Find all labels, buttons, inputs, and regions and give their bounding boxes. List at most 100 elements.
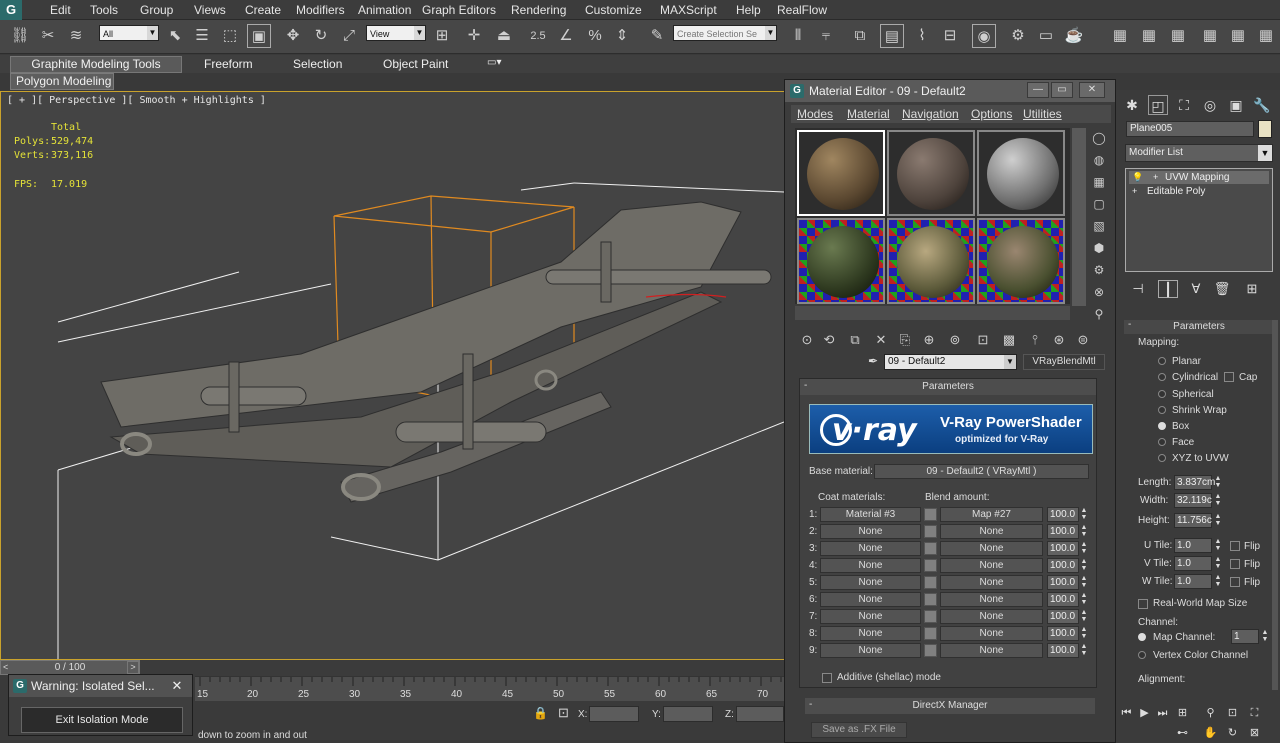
z-coordinate-field[interactable]	[736, 706, 784, 722]
menu-modes[interactable]: Modes	[797, 107, 833, 121]
select-object-icon[interactable]: ⬉	[163, 24, 187, 48]
blend-map-button[interactable]: None	[940, 643, 1043, 658]
render-icon[interactable]: ☕	[1062, 24, 1086, 48]
play-icon[interactable]: ▶	[1136, 705, 1153, 722]
track-bar[interactable]: 15 20 25 30 35 40 45 50 55 60 65 70	[195, 676, 785, 701]
menu-views[interactable]: Views	[194, 3, 226, 17]
spinner-icon[interactable]: ▲ ▼	[1261, 629, 1269, 644]
exit-isolation-mode-button[interactable]: Exit Isolation Mode	[21, 707, 183, 733]
put-to-library-icon[interactable]: ⊚	[945, 330, 965, 350]
realflow-4-icon[interactable]: ▦	[1198, 24, 1222, 48]
v-tile-field[interactable]: 1.0	[1174, 556, 1212, 571]
blend-amount-field[interactable]: 100.0	[1047, 558, 1079, 573]
material-navigator-icon[interactable]: ⚲	[1091, 306, 1107, 322]
panel-scrollbar[interactable]	[1272, 320, 1278, 690]
tab-graphite-modeling-tools[interactable]: Graphite Modeling Tools	[10, 56, 182, 73]
map-channel-field[interactable]: 1	[1231, 629, 1259, 644]
coat-material-button[interactable]: None	[820, 609, 921, 624]
maximize-viewport-icon[interactable]: ⊠	[1246, 725, 1263, 742]
light-bulb-icon[interactable]: 💡	[1132, 171, 1143, 184]
go-to-start-icon[interactable]: ⏮	[1118, 705, 1135, 722]
additive-mode-checkbox[interactable]	[822, 673, 832, 683]
stack-item-uvw-mapping[interactable]: 💡 + UVW Mapping	[1129, 171, 1269, 184]
menu-create[interactable]: Create	[245, 3, 281, 17]
bind-space-warp-icon[interactable]: ≋	[64, 24, 88, 48]
w-tile-field[interactable]: 1.0	[1174, 574, 1212, 589]
realflow-3-icon[interactable]: ▦	[1166, 24, 1190, 48]
utilities-tab-icon[interactable]: 🔧	[1252, 95, 1272, 115]
stack-item-editable-poly[interactable]: + Editable Poly	[1129, 185, 1269, 198]
spinner-snap-icon[interactable]: ⇕	[610, 24, 634, 48]
blend-map-button[interactable]: None	[940, 592, 1043, 607]
menu-group[interactable]: Group	[140, 3, 173, 17]
blend-color-swatch[interactable]	[924, 593, 937, 606]
expand-icon[interactable]: +	[1153, 171, 1161, 184]
graphite-toggle-icon[interactable]: ▤	[880, 24, 904, 48]
next-frame-icon[interactable]: ⏭	[1154, 705, 1171, 722]
realflow-5-icon[interactable]: ▦	[1226, 24, 1250, 48]
close-icon[interactable]: ✕	[1079, 82, 1105, 98]
spinner-icon[interactable]: ▲ ▼	[1080, 643, 1088, 658]
blend-color-swatch[interactable]	[924, 559, 937, 572]
unlink-icon[interactable]: ✂	[36, 24, 60, 48]
blend-amount-field[interactable]: 100.0	[1047, 643, 1079, 658]
chevron-right-icon[interactable]: >	[127, 661, 139, 674]
spinner-icon[interactable]: ▲ ▼	[1080, 575, 1088, 590]
sample-slot-4[interactable]	[797, 218, 885, 304]
select-manipulate-icon[interactable]: ✛	[462, 24, 486, 48]
absolute-mode-icon[interactable]: ⊡	[558, 705, 569, 721]
blend-color-swatch[interactable]	[924, 542, 937, 555]
spinner-icon[interactable]: ▲ ▼	[1080, 626, 1088, 641]
menu-maxscript[interactable]: MAXScript	[660, 3, 717, 17]
make-unique-icon[interactable]: ∀	[1186, 280, 1206, 298]
pin-stack-icon[interactable]: ⊣	[1128, 280, 1148, 298]
reset-map-icon[interactable]: ✕	[871, 330, 891, 350]
tab-selection[interactable]: Selection	[293, 57, 342, 71]
collapse-icon[interactable]: -	[1128, 319, 1131, 330]
rendered-frame-icon[interactable]: ▭	[1034, 24, 1058, 48]
time-slider[interactable]: < 0 / 100	[0, 660, 140, 675]
menu-realflow[interactable]: RealFlow	[777, 3, 827, 17]
blend-color-swatch[interactable]	[924, 525, 937, 538]
percent-snap-icon[interactable]: %	[583, 24, 607, 48]
window-crossing-icon[interactable]: ▣	[247, 24, 271, 48]
key-mode-icon[interactable]: ⊷	[1174, 725, 1191, 742]
curve-editor-icon[interactable]: ⌇	[910, 24, 934, 48]
u-tile-field[interactable]: 1.0	[1174, 538, 1212, 553]
radio-box[interactable]	[1158, 422, 1166, 430]
menu-utilities[interactable]: Utilities	[1023, 107, 1062, 121]
blend-color-swatch[interactable]	[924, 627, 937, 640]
remove-modifier-icon[interactable]: 🗑	[1212, 280, 1232, 298]
w-flip-checkbox[interactable]	[1230, 577, 1240, 587]
tab-freeform[interactable]: Freeform	[204, 57, 253, 71]
spinner-icon[interactable]: ▲ ▼	[1214, 475, 1222, 490]
object-name-field[interactable]: Plane005	[1126, 121, 1254, 137]
realflow-6-icon[interactable]: ▦	[1254, 24, 1278, 48]
configure-modifier-sets-icon[interactable]: ⊞	[1242, 280, 1262, 298]
angle-snap-icon[interactable]: ∠	[554, 24, 578, 48]
put-material-icon[interactable]: ⟲	[819, 330, 839, 350]
spinner-icon[interactable]: ▲ ▼	[1214, 493, 1222, 508]
collapse-icon[interactable]: -	[809, 699, 812, 710]
render-setup-icon[interactable]: ⚙	[1006, 24, 1030, 48]
menu-customize[interactable]: Customize	[585, 3, 642, 17]
radio-face[interactable]	[1158, 438, 1166, 446]
coat-material-button[interactable]: None	[820, 575, 921, 590]
coat-material-button[interactable]: Material #3	[820, 507, 921, 522]
reference-coordinate-dropdown[interactable]: View ▼	[366, 25, 426, 41]
blend-amount-field[interactable]: 100.0	[1047, 507, 1079, 522]
menu-help[interactable]: Help	[736, 3, 761, 17]
radio-map-channel[interactable]	[1138, 633, 1146, 641]
parameters-rollout-header[interactable]: Parameters	[1124, 320, 1274, 334]
slots-horizontal-scrollbar[interactable]	[795, 306, 1070, 320]
menu-modifiers[interactable]: Modifiers	[296, 3, 345, 17]
x-coordinate-field[interactable]	[589, 706, 639, 722]
zoom-extents-selected-icon[interactable]: ⛶	[1246, 705, 1263, 722]
display-tab-icon[interactable]: ▣	[1226, 95, 1246, 115]
sample-slot-6[interactable]	[977, 218, 1065, 304]
make-preview-icon[interactable]: ⬢	[1091, 240, 1107, 256]
edit-named-selection-icon[interactable]: ✎	[645, 24, 669, 48]
object-color-swatch[interactable]	[1258, 120, 1272, 138]
collapse-icon[interactable]: -	[804, 380, 807, 391]
coat-material-button[interactable]: None	[820, 558, 921, 573]
